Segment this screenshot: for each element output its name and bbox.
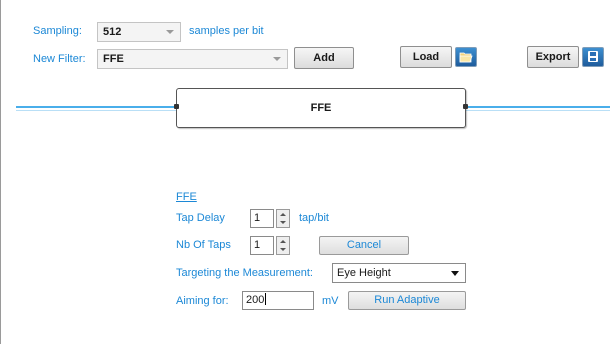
chevron-down-icon (273, 57, 281, 61)
aim-label: Aiming for: (176, 295, 229, 307)
filter-settings-title[interactable]: FFE (176, 191, 197, 203)
tap-delay-input[interactable]: 1 (250, 209, 274, 228)
new-filter-dropdown[interactable]: FFE (97, 49, 288, 69)
target-measurement-value: Eye Height (337, 267, 391, 279)
new-filter-value: FFE (103, 53, 124, 65)
aim-unit: mV (322, 295, 339, 307)
run-adaptive-button[interactable]: Run Adaptive (348, 291, 466, 310)
aim-value: 200 (246, 294, 265, 306)
spin-up-icon[interactable] (280, 213, 286, 216)
cancel-button[interactable]: Cancel (319, 236, 409, 255)
load-button[interactable]: Load (400, 46, 452, 68)
nb-taps-spinner[interactable] (276, 236, 290, 255)
sampling-value: 512 (103, 26, 122, 38)
connector-dot-left (174, 104, 179, 109)
sampling-label: Sampling: (33, 25, 82, 37)
nb-taps-label: Nb Of Taps (176, 239, 231, 251)
signal-line-left-shadow (16, 110, 176, 111)
signal-line-left (16, 106, 176, 108)
aim-input[interactable]: 200 (242, 291, 314, 310)
export-button[interactable]: Export (527, 46, 579, 68)
tap-delay-label: Tap Delay (176, 212, 225, 224)
tap-delay-spinner[interactable] (276, 209, 290, 228)
signal-line-right-shadow (466, 110, 610, 111)
spin-down-icon[interactable] (280, 248, 286, 251)
connector-dot-right (463, 104, 468, 109)
text-cursor (265, 293, 267, 305)
sampling-dropdown[interactable]: 512 (97, 22, 181, 42)
signal-line-right (466, 106, 610, 108)
new-filter-label: New Filter: (33, 53, 86, 65)
target-measurement-label: Targeting the Measurement: (176, 267, 313, 279)
nb-taps-input[interactable]: 1 (250, 236, 274, 255)
add-button[interactable]: Add (294, 47, 354, 69)
spin-down-icon[interactable] (280, 221, 286, 224)
sampling-unit: samples per bit (189, 25, 264, 37)
chevron-down-icon (166, 30, 174, 34)
spin-up-icon[interactable] (280, 240, 286, 243)
save-icon[interactable] (582, 47, 604, 67)
tap-delay-unit: tap/bit (299, 212, 329, 224)
folder-open-icon[interactable] (455, 47, 477, 67)
target-measurement-select[interactable]: Eye Height (332, 263, 466, 283)
left-border (0, 0, 1, 344)
chevron-down-icon (451, 271, 459, 276)
filter-block-ffe[interactable]: FFE (176, 88, 466, 128)
